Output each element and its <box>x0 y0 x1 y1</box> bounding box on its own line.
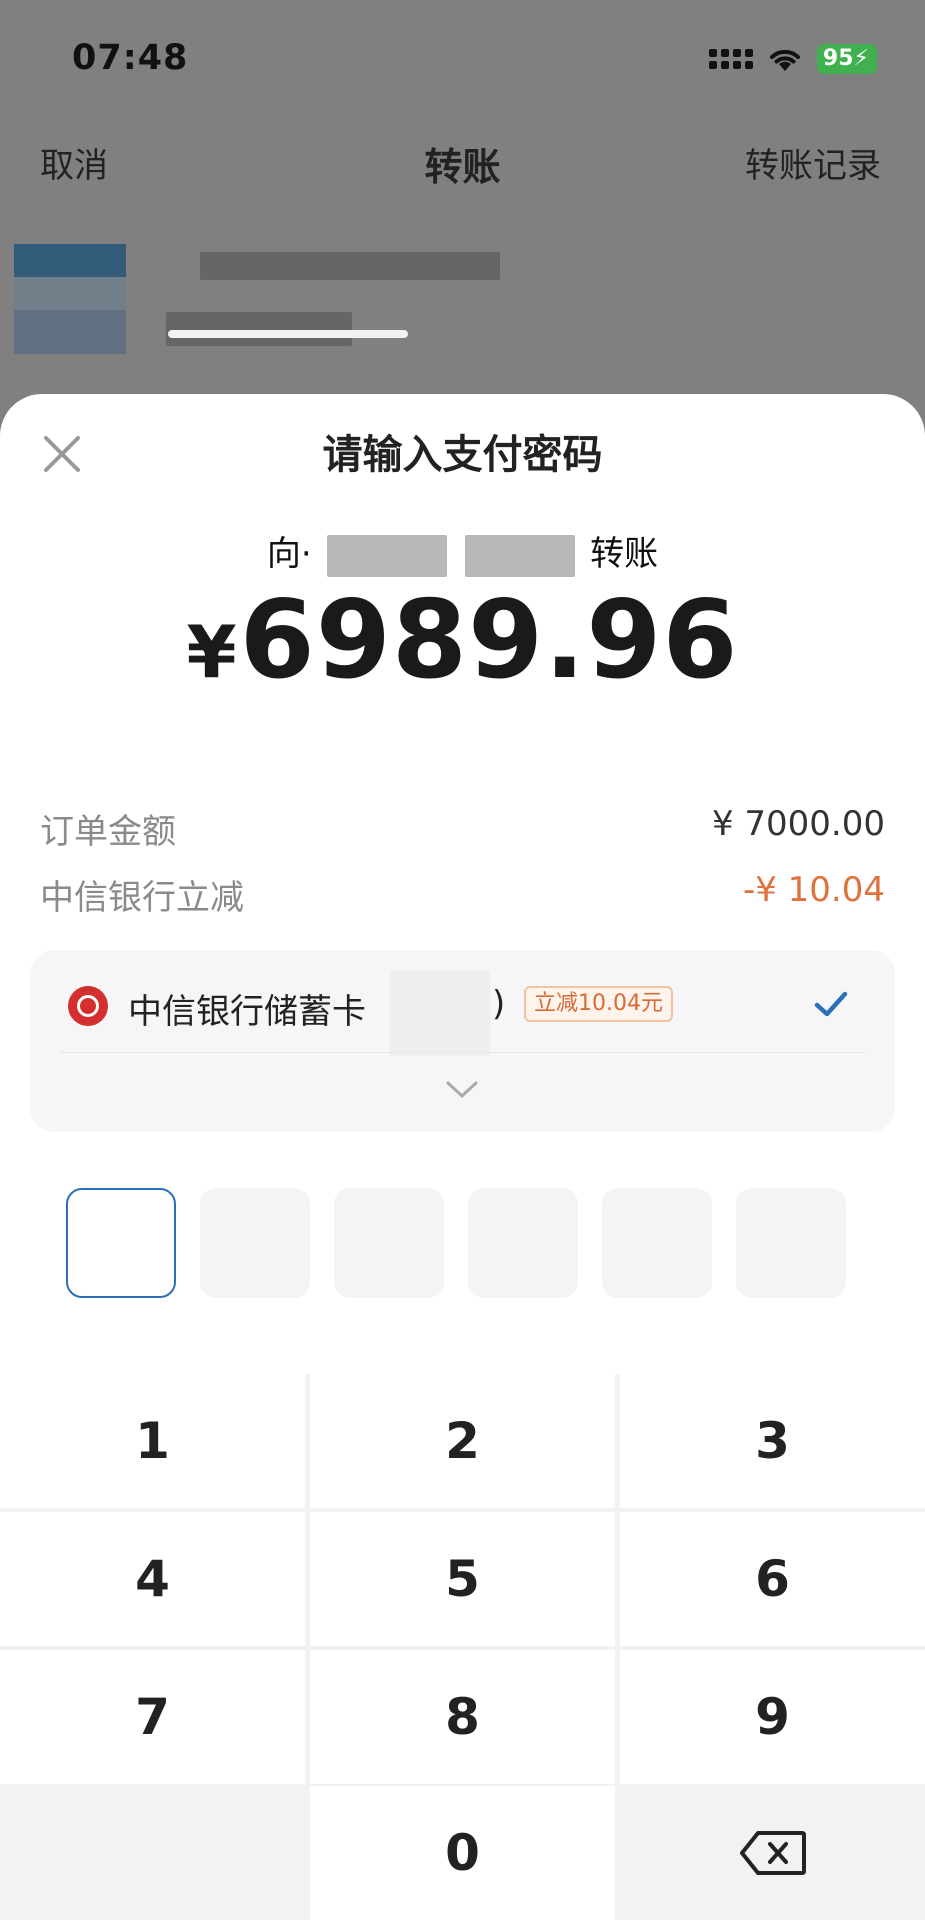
password-digit-box[interactable] <box>736 1188 846 1298</box>
recipient-avatar <box>14 244 126 354</box>
discount-value: -¥ 10.04 <box>742 870 885 910</box>
password-digit-box[interactable] <box>66 1188 176 1298</box>
backspace-key[interactable] <box>620 1786 925 1920</box>
status-bar: 07:48 95⚡ <box>0 0 925 120</box>
bank-logo-icon <box>68 986 108 1026</box>
checkmark-icon <box>814 991 848 1017</box>
charging-icon: ⚡ <box>853 46 869 71</box>
key-6[interactable]: 6 <box>620 1512 925 1646</box>
password-digit-box[interactable] <box>602 1188 712 1298</box>
redacted-name-2 <box>166 312 352 346</box>
divider <box>60 1052 865 1053</box>
password-input[interactable] <box>66 1188 859 1300</box>
battery-indicator: 95⚡ <box>816 44 877 74</box>
screen: 07:48 95⚡ 取消 转账 转账记录 请输入支付密码 向· 转账 ¥6989… <box>0 0 925 1920</box>
redacted-payee-2 <box>465 534 576 577</box>
payee-suffix: 转账 <box>590 534 659 574</box>
key-3[interactable]: 3 <box>620 1374 925 1508</box>
order-amount-row: 订单金额 ¥ 7000.00 <box>40 804 885 854</box>
redacted-name <box>200 252 500 280</box>
password-digit-box[interactable] <box>334 1188 444 1298</box>
background-page: 07:48 95⚡ 取消 转账 转账记录 <box>0 0 925 420</box>
backspace-icon <box>739 1831 806 1875</box>
numeric-keypad: 1 2 3 4 5 6 7 8 9 0 <box>0 1374 925 1920</box>
chevron-down-icon[interactable] <box>442 1078 482 1102</box>
key-9[interactable]: 9 <box>620 1650 925 1784</box>
card-suffix: ) <box>492 984 506 1024</box>
status-time: 07:48 <box>72 38 189 78</box>
discount-row: 中信银行立减 -¥ 10.04 <box>40 870 885 920</box>
cellular-signal-icon <box>708 49 753 69</box>
sheet-handle <box>168 330 408 338</box>
wifi-icon <box>769 49 800 71</box>
key-5[interactable]: 5 <box>310 1512 615 1646</box>
key-2[interactable]: 2 <box>310 1374 615 1508</box>
transfer-history-link[interactable]: 转账记录 <box>745 138 881 187</box>
payment-method-selector[interactable]: 中信银行储蓄卡 ) 立减10.04元 <box>30 950 895 1132</box>
status-icons: 95⚡ <box>708 42 877 76</box>
key-1[interactable]: 1 <box>0 1374 305 1508</box>
key-4[interactable]: 4 <box>0 1512 305 1646</box>
key-blank <box>0 1786 305 1920</box>
redacted-payee <box>326 534 447 577</box>
redacted-card-number <box>390 970 490 1056</box>
password-digit-box[interactable] <box>468 1188 578 1298</box>
bank-card-name: 中信银行储蓄卡 <box>128 992 366 1032</box>
order-amount-value: ¥ 7000.00 <box>711 804 885 844</box>
amount-value: 6989.96 <box>239 578 739 703</box>
recipient-card <box>0 240 925 380</box>
key-7[interactable]: 7 <box>0 1650 305 1784</box>
discount-label: 中信银行立减 <box>40 878 244 918</box>
key-0[interactable]: 0 <box>310 1786 615 1920</box>
nav-bar: 取消 转账 转账记录 <box>0 132 925 192</box>
order-amount-label: 订单金额 <box>40 812 176 852</box>
discount-badge: 立减10.04元 <box>524 986 673 1022</box>
password-digit-box[interactable] <box>200 1188 310 1298</box>
payee-line: 向· 转账 <box>0 526 925 577</box>
key-8[interactable]: 8 <box>310 1650 615 1784</box>
sheet-title: 请输入支付密码 <box>322 432 603 478</box>
currency-symbol: ¥ <box>186 610 238 694</box>
payment-amount: ¥6989.96 <box>0 578 925 703</box>
payee-prefix: 向· <box>266 534 312 574</box>
